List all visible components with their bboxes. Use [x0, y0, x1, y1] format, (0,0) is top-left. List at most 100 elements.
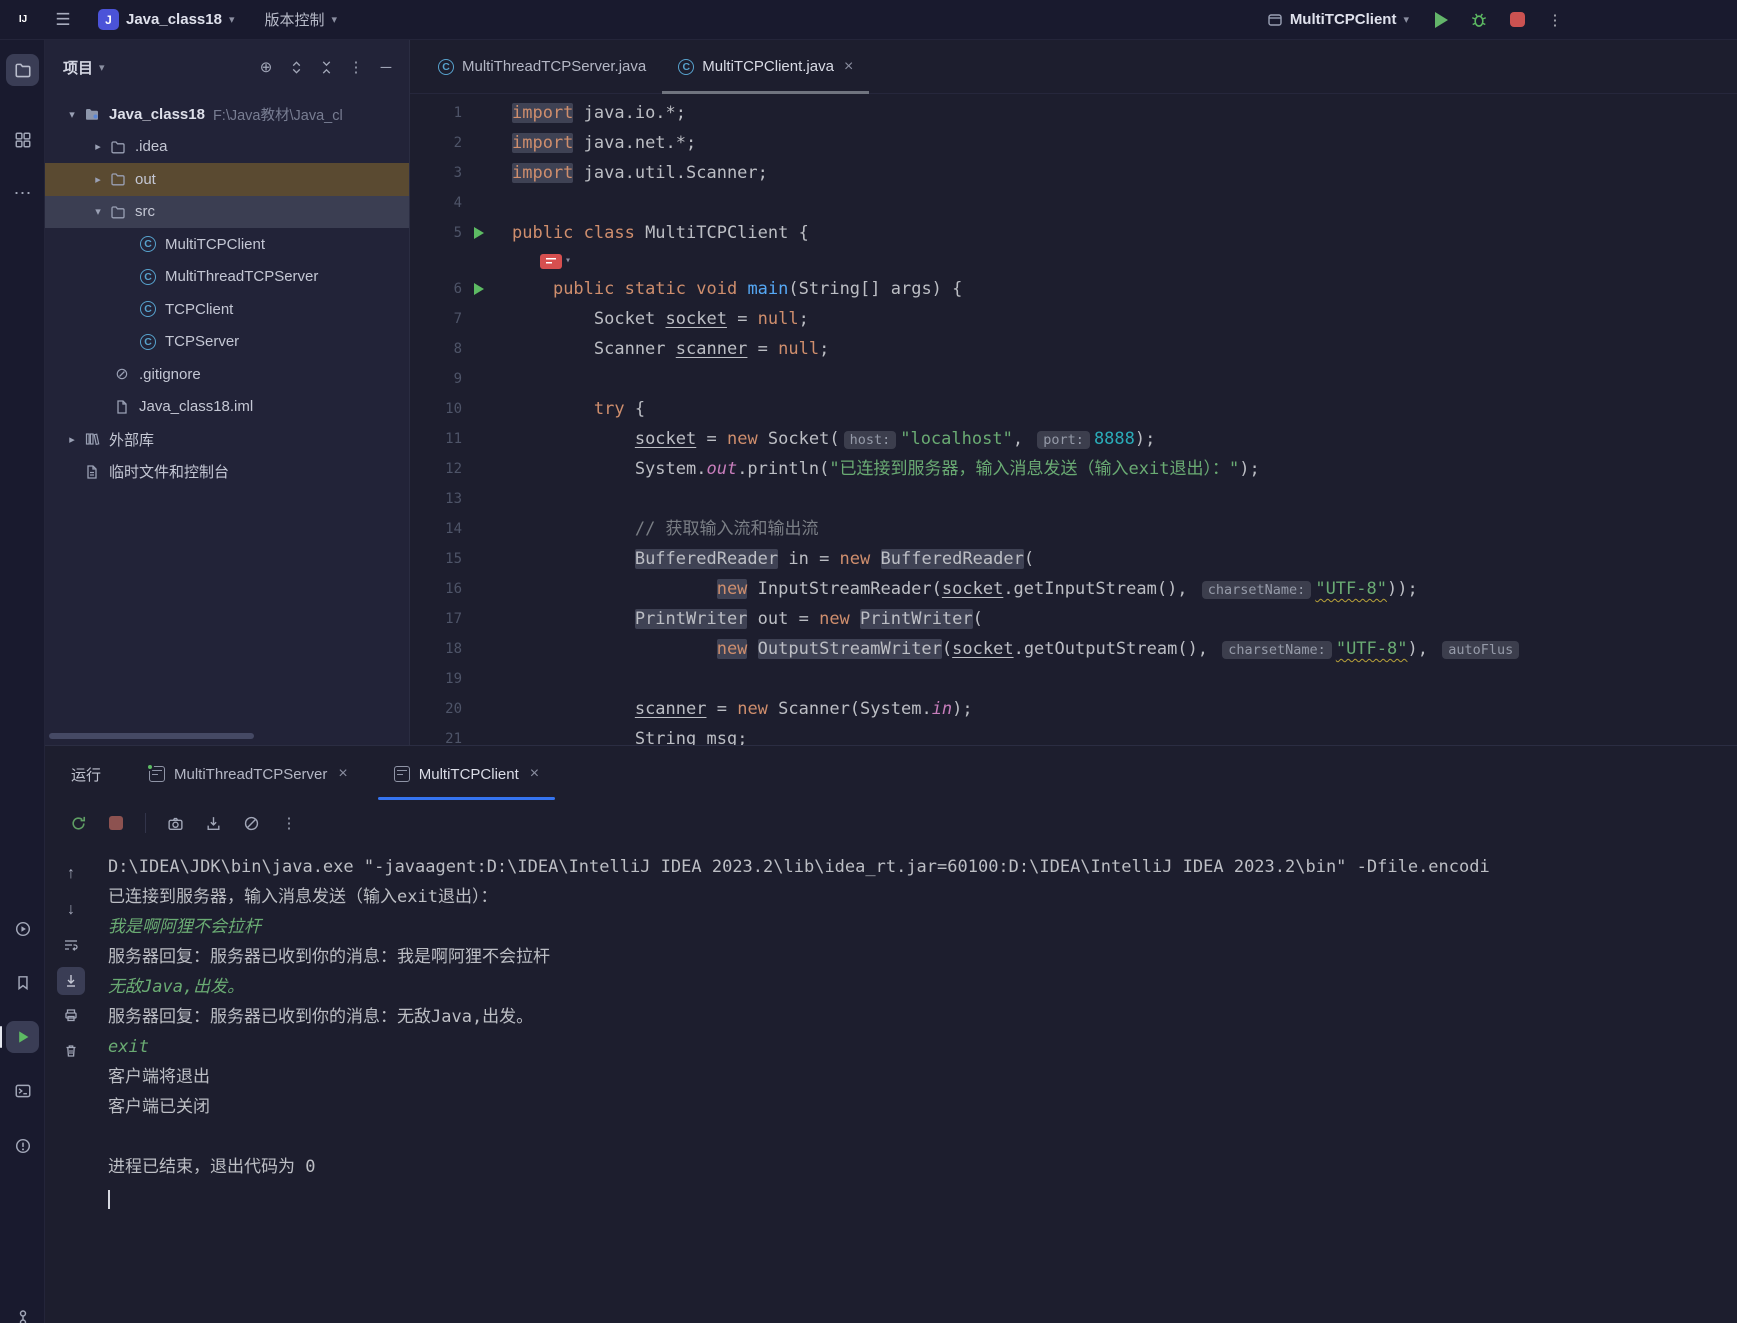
editor-tab-multitcpclient-java[interactable]: C MultiTCPClient.java × — [662, 40, 870, 94]
run-panel-title[interactable]: 运行 — [45, 764, 119, 785]
project-tool-button[interactable] — [6, 54, 39, 86]
chevron-down-icon[interactable]: ▾ — [565, 248, 571, 274]
tree-item-item[interactable]: 临时文件和控制台 — [45, 456, 409, 489]
bookmarks-tool-button[interactable] — [6, 967, 39, 999]
screenshot-button[interactable] — [162, 810, 188, 836]
tree-item-src[interactable]: ▾ src — [45, 195, 409, 228]
code-line-10[interactable]: 10 try { — [410, 394, 1737, 424]
tree-item-label: MultiThreadTCPServer — [165, 268, 319, 286]
clear-all-button[interactable] — [57, 1037, 85, 1065]
tree-item-java-class18[interactable]: ▾ Java_class18 F:\Java教材\Java_cl — [45, 98, 409, 131]
chevron-down-icon[interactable]: ▾ — [61, 108, 83, 121]
scroll-to-end-button[interactable] — [57, 967, 85, 995]
gutter-run-slot — [462, 484, 496, 514]
chevron-right-icon[interactable]: ▸ — [87, 173, 109, 186]
ime-indicator-badge[interactable] — [540, 253, 562, 269]
code-line-19[interactable]: 19 — [410, 664, 1737, 694]
panel-options-button[interactable]: ⋮ — [343, 54, 369, 80]
tree-item-java-class18-iml[interactable]: Java_class18.iml — [45, 391, 409, 424]
project-panel-title[interactable]: 项目 — [63, 57, 93, 78]
rerun-button[interactable] — [65, 810, 91, 836]
code-line-13[interactable]: 13 — [410, 484, 1737, 514]
stop-process-button[interactable] — [103, 810, 129, 836]
gutter-run-slot — [462, 334, 496, 364]
run-tab-multithreadtcpserver[interactable]: MultiThreadTCPServer × — [133, 746, 364, 802]
code-line-9[interactable]: 9 — [410, 364, 1737, 394]
problems-tool-button[interactable] — [6, 1130, 39, 1162]
expand-all-button[interactable] — [283, 54, 309, 80]
console-output[interactable]: D:\IDEA\JDK\bin\java.exe "-javaagent:D:\… — [108, 852, 1737, 1323]
chevron-right-icon[interactable]: ▸ — [61, 433, 83, 446]
code-line-15[interactable]: 15 BufferedReader in = new BufferedReade… — [410, 544, 1737, 574]
code-line-6[interactable]: 6 public static void main(String[] args)… — [410, 274, 1737, 304]
chevron-right-icon[interactable]: ▸ — [87, 140, 109, 153]
code-line-17[interactable]: 17 PrintWriter out = new PrintWriter( — [410, 604, 1737, 634]
collapse-all-button[interactable] — [313, 54, 339, 80]
class-icon: C — [139, 300, 157, 318]
run-line-icon[interactable] — [474, 227, 484, 239]
code-line-8[interactable]: 8 Scanner scanner = null; — [410, 334, 1737, 364]
code-line-2[interactable]: 2 import java.net.*; — [410, 128, 1737, 158]
close-icon[interactable]: × — [338, 765, 347, 783]
tree-item-gitignore[interactable]: ⊘ .gitignore — [45, 358, 409, 391]
run-tool-button[interactable] — [6, 1021, 39, 1053]
tree-item-tcpclient[interactable]: C TCPClient — [45, 293, 409, 326]
chevron-down-icon[interactable]: ▾ — [87, 205, 109, 218]
close-icon[interactable]: × — [844, 58, 853, 76]
tree-item-item[interactable]: ▸ 外部库 — [45, 423, 409, 456]
code-line-5[interactable]: 5 public class MultiTCPClient { — [410, 218, 1737, 248]
tree-item-idea[interactable]: ▸ .idea — [45, 131, 409, 164]
hide-panel-button[interactable]: ─ — [373, 54, 399, 80]
console-more-button[interactable]: ⋮ — [276, 810, 302, 836]
code-line-14[interactable]: 14 // 获取输入流和输出流 — [410, 514, 1737, 544]
code-line-18[interactable]: 18 new OutputStreamWriter(socket.getOutp… — [410, 634, 1737, 664]
tree-item-label: MultiTCPClient — [165, 235, 266, 253]
scroll-down-button[interactable]: ↓ — [57, 896, 85, 924]
locate-file-button[interactable]: ⊕ — [253, 54, 279, 80]
code-line-20[interactable]: 20 scanner = new Scanner(System.in); — [410, 694, 1737, 724]
run-button[interactable] — [1427, 6, 1455, 34]
close-icon[interactable]: × — [530, 765, 539, 783]
horizontal-scrollbar[interactable] — [49, 733, 254, 739]
more-actions-button[interactable]: ⋮ — [1541, 6, 1569, 34]
debug-button[interactable] — [1465, 6, 1493, 34]
code-line-11[interactable]: 11 socket = new Socket(host: "localhost",… — [410, 424, 1737, 454]
line-number: 1 — [453, 105, 462, 121]
run-line-icon[interactable] — [474, 283, 484, 295]
tree-item-multitcpclient[interactable]: C MultiTCPClient — [45, 228, 409, 261]
code-line-21[interactable]: 21 String msg; — [410, 724, 1737, 745]
tree-item-out[interactable]: ▸ out — [45, 163, 409, 196]
soft-wrap-button[interactable] — [57, 931, 85, 959]
scroll-up-button[interactable]: ↑ — [57, 860, 85, 888]
code-line-7[interactable]: 7 Socket socket = null; — [410, 304, 1737, 334]
code-area[interactable]: 1 import java.io.*; 2 import java.net.*; 3 im… — [410, 94, 1737, 745]
code-line-1[interactable]: 1 import java.io.*; — [410, 98, 1737, 128]
commit-tool-button[interactable] — [6, 1302, 39, 1323]
main-menu-button[interactable]: ☰ — [50, 7, 76, 33]
services-tool-button[interactable] — [6, 913, 39, 945]
run-tab-multitcpclient[interactable]: MultiTCPClient × — [377, 746, 556, 802]
tree-item-label: TCPClient — [165, 300, 234, 318]
terminal-tool-button[interactable] — [6, 1075, 39, 1107]
active-tool-indicator — [0, 1026, 2, 1048]
import-test-results-button[interactable] — [200, 810, 226, 836]
print-button[interactable] — [57, 1001, 85, 1029]
code-line-16[interactable]: 16 new InputStreamReader(socket.getInput… — [410, 574, 1737, 604]
project-widget[interactable]: J Java_class18 ▾ — [90, 5, 242, 34]
run-config-widget[interactable]: MultiTCPClient ▾ — [1259, 7, 1417, 32]
tree-item-multithreadtcpserver[interactable]: C MultiThreadTCPServer — [45, 261, 409, 294]
code-line-3[interactable]: 3 import java.util.Scanner; — [410, 158, 1737, 188]
console-tab-icon — [393, 766, 410, 782]
clear-output-button[interactable] — [238, 810, 264, 836]
vcs-widget[interactable]: 版本控制 ▾ — [256, 5, 345, 34]
editor-tab-multithreadtcpserver-java[interactable]: C MultiThreadTCPServer.java — [422, 40, 662, 93]
tree-item-tcpserver[interactable]: C TCPServer — [45, 326, 409, 359]
stop-button[interactable] — [1503, 6, 1531, 34]
structure-tool-button[interactable] — [6, 124, 39, 156]
editor-tab-bar: C MultiThreadTCPServer.java C MultiTCPClien… — [410, 40, 1737, 94]
editor: C MultiThreadTCPServer.java C MultiTCPClien… — [410, 40, 1737, 745]
terminal-icon — [15, 1084, 30, 1098]
code-line-12[interactable]: 12 System.out.println("已连接到服务器，输入消息发送（输入… — [410, 454, 1737, 484]
code-line-4[interactable]: 4 — [410, 188, 1737, 218]
more-tools-button[interactable]: ⋯ — [6, 177, 39, 209]
